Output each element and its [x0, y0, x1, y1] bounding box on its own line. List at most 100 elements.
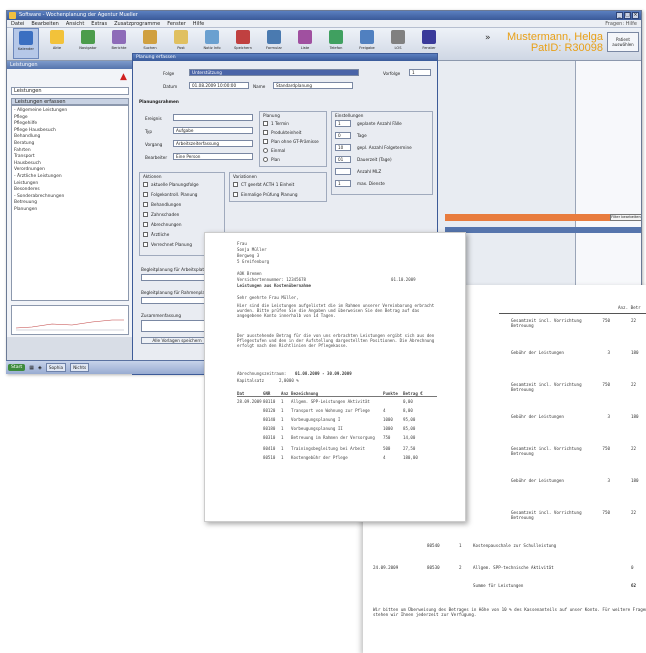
save-icon	[236, 30, 250, 44]
einstellung-label: Anzahl MLZ	[357, 169, 382, 174]
tree-item[interactable]: Planungen	[14, 207, 126, 214]
cell-qty: 1	[281, 426, 284, 431]
aktion-checkbox[interactable]	[143, 182, 148, 187]
save-templates-button[interactable]: Alle Vorlagen speichern	[141, 337, 211, 344]
vorgang-select[interactable]: Arbeitszeiterfassung	[173, 140, 253, 147]
einstellung-label: gepl. Anzahl Folgetermine	[357, 145, 412, 150]
aktion-checkbox[interactable]	[143, 192, 148, 197]
aktion-checkbox[interactable]	[143, 222, 148, 227]
menu-item-file[interactable]: Datei	[11, 20, 24, 27]
aktion-checkbox[interactable]	[143, 232, 148, 237]
period-value: 01.08.2009 - 30.09.2009	[295, 371, 352, 376]
folge-select[interactable]: Unterstützung	[189, 69, 359, 76]
cell-amount: 14,00	[403, 435, 416, 440]
typ-select[interactable]: Aufgabe	[173, 127, 253, 134]
toolbar-overflow-icon[interactable]: »	[485, 33, 491, 43]
tree-item[interactable]: Beratung	[14, 141, 126, 148]
summary-field[interactable]	[141, 320, 211, 332]
quicklaunch-icon[interactable]: ◈	[38, 365, 42, 371]
cell-qty: 1	[281, 455, 284, 460]
menu-item-addons[interactable]: Zusatzprogramme	[114, 20, 160, 27]
begleitplanung-field[interactable]	[141, 274, 211, 281]
planung-radio[interactable]	[263, 157, 268, 162]
einstellung-label: Dauerzeit (Tage)	[357, 157, 392, 162]
menu-item-window[interactable]: Fenster	[167, 20, 186, 27]
tree-item[interactable]: Behandlung	[14, 134, 126, 141]
einstellung-field[interactable]: 1	[335, 120, 351, 127]
list-row-text: Gesamtzeit incl. Vorrichtung Betreuung	[511, 382, 582, 392]
toolbar-label: Berichte	[111, 46, 127, 50]
start-button[interactable]: Start	[8, 364, 26, 371]
einstellung-label: Tage	[357, 133, 367, 138]
filter-button[interactable]: Filter bearbeiten	[610, 214, 641, 221]
ereignis-label: Ereignis	[145, 116, 162, 121]
vorfolge-field[interactable]: 1	[409, 69, 431, 76]
tree-item[interactable]: Pflegehilfe	[14, 121, 126, 128]
toolbar-button-navigator[interactable]: Navigator	[75, 28, 101, 59]
tree-item[interactable]: Transport	[14, 154, 126, 161]
aktion-checkbox[interactable]	[143, 202, 148, 207]
planung-checkbox[interactable]	[263, 121, 268, 126]
toolbar-button-calendar[interactable]: Kalender	[13, 28, 39, 59]
services-table: Dat GNR Anz Bezeichnung Punkte Betrag € …	[237, 391, 437, 460]
planung-checkbox[interactable]	[263, 139, 268, 144]
cell-date	[237, 446, 263, 451]
toolbar-button-reports[interactable]: Berichte	[106, 28, 132, 59]
begleitplanung-field[interactable]	[141, 297, 211, 304]
left-pane-select[interactable]: Leistungen	[11, 87, 129, 95]
aktion-label: Abrechnungen	[151, 222, 182, 227]
quicklaunch-icon[interactable]: ▦	[29, 365, 34, 371]
taskbar-item[interactable]: Nichts	[70, 363, 90, 372]
tree-item[interactable]: - Allgemeine Leistungen	[14, 108, 126, 115]
taskbar-item[interactable]: Sophia	[45, 363, 67, 372]
menu-item-view[interactable]: Ansicht	[66, 20, 84, 27]
select-patient-button[interactable]: Patient auswählen	[607, 32, 639, 52]
cell-amount: 8,00	[403, 408, 413, 413]
menu-item-help[interactable]: Hilfe	[193, 20, 204, 27]
aktion-checkbox[interactable]	[143, 212, 148, 217]
einstellung-field[interactable]: 1	[335, 180, 351, 187]
list-row-amount: 22	[631, 382, 637, 387]
close-button[interactable]: ×	[632, 12, 639, 19]
list-header: Anz. Betr	[618, 305, 641, 310]
menu-item-edit[interactable]: Bearbeiten	[31, 20, 58, 27]
menu-item-extras[interactable]: Extras	[91, 20, 107, 27]
help-hint[interactable]: Fragen: Hilfe	[605, 20, 641, 27]
aktion-checkbox[interactable]	[143, 242, 148, 247]
column-header: Betrag €	[403, 391, 423, 396]
bearbeiter-select[interactable]: Eine Person	[173, 153, 253, 160]
bottom-row-code: 80540	[427, 543, 440, 548]
maximize-button[interactable]: □	[624, 12, 631, 19]
einstellungen-heading: Einstellungen	[335, 113, 364, 118]
toolbar-label: Post	[177, 46, 185, 50]
cell-points: 500	[383, 446, 391, 451]
einstellung-field[interactable]: 10	[335, 144, 351, 151]
toolbar-label: Fenster	[422, 46, 436, 50]
planung-checkbox[interactable]	[263, 130, 268, 135]
warning-icon[interactable]: ▲	[120, 72, 130, 82]
tree-item[interactable]: Betreuung	[14, 200, 126, 207]
einstellung-field[interactable]	[335, 168, 351, 175]
vorfolge-label: Vorfolge	[383, 71, 401, 76]
section-strip	[445, 227, 641, 233]
einstellung-field[interactable]: 01	[335, 156, 351, 163]
calendar-icon	[19, 31, 33, 45]
planung-radio[interactable]	[263, 148, 268, 153]
datum-field[interactable]: 01.08.2009 10:00:00	[189, 82, 249, 89]
cell-qty: 1	[281, 435, 284, 440]
ereignis-select[interactable]	[173, 114, 253, 121]
left-pane-header: Leistungen	[7, 61, 133, 69]
toolbar-label: Telefon	[329, 46, 343, 50]
minimize-button[interactable]: _	[616, 12, 623, 19]
mini-chart	[15, 319, 124, 331]
tree-item[interactable]: - Ärztliche Leistungen	[14, 174, 126, 181]
mini-chart-panel	[11, 305, 129, 335]
variation-checkbox[interactable]	[233, 192, 238, 197]
tree-item[interactable]: Verordnungen	[14, 167, 126, 174]
cell-gnr: 80140	[263, 417, 276, 422]
tree-item[interactable]: Besonderes	[14, 187, 126, 194]
einstellung-field[interactable]: 0	[335, 132, 351, 139]
name-field[interactable]: Standardplanung	[273, 82, 353, 89]
toolbar-button-file[interactable]: Akte	[44, 28, 70, 59]
variation-checkbox[interactable]	[233, 182, 238, 187]
